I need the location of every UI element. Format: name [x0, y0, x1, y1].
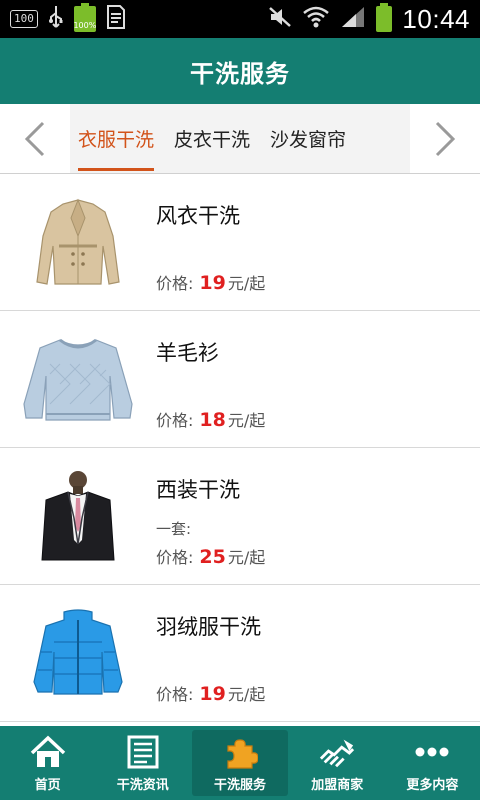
- notification-badge: 100: [10, 10, 38, 28]
- product-info: 羽绒服干洗 价格: 19 元/起: [156, 585, 480, 721]
- tabs-next-button[interactable]: [410, 104, 480, 173]
- bottom-nav: 首页 干洗资讯 干洗服务 加盟商家 更多内容: [0, 726, 480, 800]
- down-jacket-icon: [33, 609, 123, 695]
- suit-icon: [41, 471, 115, 561]
- category-tabs: 衣服干洗 皮衣干洗 沙发窗帘: [0, 104, 480, 174]
- product-name: 风衣干洗: [156, 204, 240, 228]
- battery-icon: [376, 3, 393, 32]
- tabs-prev-button[interactable]: [0, 104, 70, 173]
- price-label: 价格:: [156, 274, 194, 293]
- news-icon: [125, 734, 161, 770]
- price-row: 价格: 19 元/起: [156, 270, 265, 294]
- price-unit: 元/起: [227, 411, 266, 430]
- price-unit: 元/起: [227, 548, 266, 567]
- nav-news[interactable]: 干洗资讯: [95, 726, 190, 800]
- usb-icon: [48, 5, 64, 33]
- nav-label: 干洗服务: [214, 777, 267, 793]
- price-value: 19: [199, 272, 226, 294]
- mute-icon: [268, 6, 292, 32]
- wifi-icon: [302, 5, 330, 33]
- product-image: [0, 174, 156, 310]
- product-name: 羊毛衫: [156, 341, 219, 365]
- tab-clothes[interactable]: 衣服干洗: [78, 104, 155, 173]
- page-title: 干洗服务: [190, 59, 290, 88]
- nav-home[interactable]: 首页: [0, 726, 95, 800]
- tab-leather[interactable]: 皮衣干洗: [174, 104, 250, 173]
- home-icon: [30, 734, 66, 770]
- list-item[interactable]: 羊毛衫 价格: 18 元/起: [0, 311, 480, 448]
- price-label: 价格:: [156, 411, 194, 430]
- product-name: 西装干洗: [156, 478, 240, 502]
- list-item[interactable]: 风衣干洗 价格: 19 元/起: [0, 174, 480, 311]
- product-image: [0, 448, 156, 584]
- price-unit: 元/起: [227, 685, 266, 704]
- document-icon: [106, 5, 126, 33]
- nav-partners[interactable]: 加盟商家: [290, 726, 385, 800]
- price-value: 25: [199, 546, 226, 568]
- header: 干洗服务: [0, 38, 480, 104]
- price-value: 18: [199, 409, 226, 431]
- nav-label: 更多内容: [406, 777, 459, 793]
- sweater-icon: [23, 338, 133, 421]
- signal-icon: [340, 5, 366, 33]
- status-bar: 100 100% 10:44: [0, 0, 480, 38]
- battery-full-icon: 100%: [73, 3, 97, 32]
- price-label: 价格:: [156, 685, 194, 704]
- nav-service[interactable]: 干洗服务: [192, 730, 288, 796]
- product-name: 羽绒服干洗: [156, 615, 261, 639]
- tab-strip: 衣服干洗 皮衣干洗 沙发窗帘: [70, 104, 410, 173]
- product-info: 风衣干洗 价格: 19 元/起: [156, 174, 480, 310]
- nav-label: 干洗资讯: [116, 777, 169, 793]
- product-info: 西装干洗 一套: 价格: 25 元/起: [156, 448, 480, 584]
- product-list: 风衣干洗 价格: 19 元/起 羊毛衫 价格: 18 元/起 西装干洗 一套: …: [0, 174, 480, 726]
- nav-more[interactable]: 更多内容: [385, 726, 480, 800]
- product-image: [0, 585, 156, 721]
- clock: 10:44: [402, 3, 470, 34]
- list-item[interactable]: 西装干洗 一套: 价格: 25 元/起: [0, 448, 480, 585]
- more-icon: [414, 734, 450, 770]
- nav-label: 加盟商家: [311, 777, 364, 793]
- price-row: 价格: 25 元/起: [156, 544, 265, 568]
- price-row: 价格: 18 元/起: [156, 407, 265, 431]
- product-subtitle: 一套:: [156, 520, 192, 538]
- chevron-left-icon: [24, 121, 45, 156]
- tab-sofa-curtain[interactable]: 沙发窗帘: [270, 104, 346, 173]
- product-image: [0, 311, 156, 447]
- chevron-right-icon: [435, 121, 456, 156]
- puzzle-icon: [222, 734, 258, 770]
- price-label: 价格:: [156, 548, 194, 567]
- handshake-icon: [319, 734, 355, 770]
- price-value: 19: [199, 683, 226, 705]
- product-info: 羊毛衫 价格: 18 元/起: [156, 311, 480, 447]
- nav-label: 首页: [34, 777, 61, 793]
- list-item[interactable]: 羽绒服干洗 价格: 19 元/起: [0, 585, 480, 722]
- battery-percent: 100%: [73, 21, 97, 30]
- price-row: 价格: 19 元/起: [156, 681, 265, 705]
- price-unit: 元/起: [227, 274, 266, 293]
- trench-coat-icon: [36, 198, 120, 285]
